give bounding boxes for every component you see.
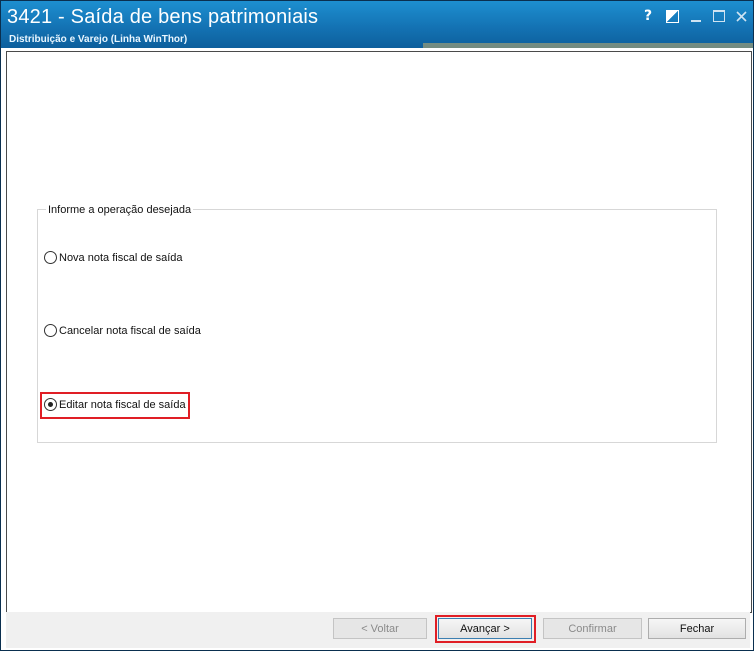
title-bar[interactable]: 3421 - Saída de bens patrimoniais Distri… (1, 1, 753, 48)
close-icon (735, 10, 747, 22)
operation-groupbox: Informe a operação desejada Nova nota fi… (37, 204, 717, 443)
maximize-icon (713, 10, 725, 22)
option-label: Editar nota fiscal de saída (59, 398, 186, 411)
avancar-button[interactable]: Avançar > (438, 618, 532, 639)
option-editar-nota[interactable]: Editar nota fiscal de saída (44, 398, 186, 411)
radio-button-selected[interactable] (44, 398, 57, 411)
close-button[interactable] (732, 7, 750, 25)
voltar-button[interactable]: < Voltar (333, 618, 427, 639)
fechar-button[interactable]: Fechar (648, 618, 746, 639)
maximize-button[interactable] (710, 7, 728, 25)
minimize-icon (691, 20, 701, 22)
title-bar-accent (423, 43, 753, 48)
option-label: Cancelar nota fiscal de saída (59, 324, 201, 337)
minimize-button[interactable] (687, 7, 705, 25)
confirmar-button[interactable]: Confirmar (543, 618, 642, 639)
option-cancelar-nota[interactable]: Cancelar nota fiscal de saída (44, 324, 201, 337)
help-button[interactable]: ? (639, 7, 657, 25)
wizard-footer: < Voltar Avançar > Confirmar Fechar (6, 612, 750, 648)
app-window: 3421 - Saída de bens patrimoniais Distri… (0, 0, 754, 651)
option-label: Nova nota fiscal de saída (59, 251, 183, 264)
radio-button[interactable] (44, 251, 57, 264)
contrast-icon (665, 9, 679, 23)
window-title: 3421 - Saída de bens patrimoniais (7, 6, 319, 28)
window-subtitle: Distribuição e Varejo (Linha WinThor) (9, 34, 188, 45)
wizard-content: Informe a operação desejada Nova nota fi… (6, 51, 752, 613)
option-nova-nota[interactable]: Nova nota fiscal de saída (44, 251, 183, 264)
style-button[interactable] (663, 7, 681, 25)
group-legend: Informe a operação desejada (46, 204, 194, 216)
radio-button[interactable] (44, 324, 57, 337)
